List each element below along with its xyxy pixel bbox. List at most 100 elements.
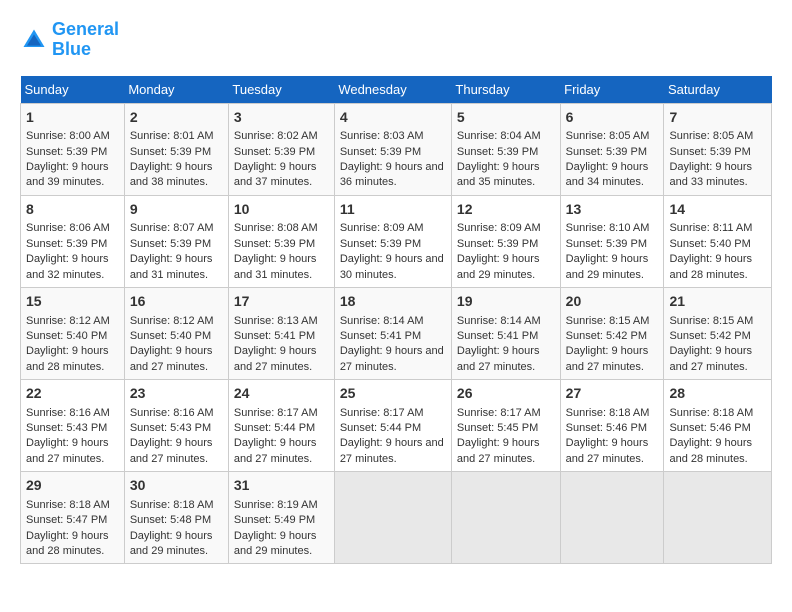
- sunrise: Sunrise: 8:12 AM: [26, 315, 110, 327]
- calendar-cell: 11Sunrise: 8:09 AMSunset: 5:39 PMDayligh…: [334, 195, 451, 287]
- day-number: 9: [130, 200, 223, 220]
- day-header-monday: Monday: [124, 76, 228, 104]
- day-number: 14: [669, 200, 766, 220]
- day-number: 31: [234, 476, 329, 496]
- sunset: Sunset: 5:39 PM: [130, 238, 211, 250]
- calendar-cell: [664, 472, 772, 564]
- day-number: 15: [26, 292, 119, 312]
- calendar-cell: 10Sunrise: 8:08 AMSunset: 5:39 PMDayligh…: [228, 195, 334, 287]
- day-number: 25: [340, 384, 446, 404]
- daylight: Daylight: 9 hours and 27 minutes.: [340, 437, 444, 464]
- calendar-cell: 20Sunrise: 8:15 AMSunset: 5:42 PMDayligh…: [560, 287, 664, 379]
- sunrise: Sunrise: 8:17 AM: [340, 407, 424, 419]
- daylight: Daylight: 9 hours and 27 minutes.: [130, 345, 213, 372]
- sunset: Sunset: 5:44 PM: [340, 422, 421, 434]
- day-header-sunday: Sunday: [21, 76, 125, 104]
- calendar-cell: 31Sunrise: 8:19 AMSunset: 5:49 PMDayligh…: [228, 472, 334, 564]
- page-header: General Blue: [20, 20, 772, 60]
- daylight: Daylight: 9 hours and 34 minutes.: [566, 161, 649, 188]
- sunset: Sunset: 5:40 PM: [26, 330, 107, 342]
- day-number: 13: [566, 200, 659, 220]
- day-number: 3: [234, 108, 329, 128]
- calendar-cell: 18Sunrise: 8:14 AMSunset: 5:41 PMDayligh…: [334, 287, 451, 379]
- day-number: 23: [130, 384, 223, 404]
- sunrise: Sunrise: 8:05 AM: [566, 130, 650, 142]
- calendar-cell: 16Sunrise: 8:12 AMSunset: 5:40 PMDayligh…: [124, 287, 228, 379]
- day-number: 30: [130, 476, 223, 496]
- day-number: 29: [26, 476, 119, 496]
- sunrise: Sunrise: 8:08 AM: [234, 222, 318, 234]
- daylight: Daylight: 9 hours and 28 minutes.: [669, 253, 752, 280]
- day-number: 4: [340, 108, 446, 128]
- daylight: Daylight: 9 hours and 27 minutes.: [26, 437, 109, 464]
- sunrise: Sunrise: 8:14 AM: [457, 315, 541, 327]
- sunrise: Sunrise: 8:18 AM: [26, 499, 110, 511]
- calendar-week-4: 22 Sunrise: 8:16 AM Sunset: 5:43 PM Dayligh…: [21, 380, 772, 472]
- sunrise: Sunrise: 8:09 AM: [340, 222, 424, 234]
- sunset: Sunset: 5:39 PM: [340, 146, 421, 158]
- daylight: Daylight: 9 hours and 31 minutes.: [234, 253, 317, 280]
- day-header-wednesday: Wednesday: [334, 76, 451, 104]
- sunrise: Sunrise: 8:18 AM: [566, 407, 650, 419]
- calendar-cell: 25 Sunrise: 8:17 AM Sunset: 5:44 PM Dayligh…: [334, 380, 451, 472]
- daylight: Daylight: 9 hours and 39 minutes.: [26, 161, 109, 188]
- calendar-cell: 8Sunrise: 8:06 AMSunset: 5:39 PMDaylight…: [21, 195, 125, 287]
- calendar-cell: 17Sunrise: 8:13 AMSunset: 5:41 PMDayligh…: [228, 287, 334, 379]
- calendar-cell: 26Sunrise: 8:17 AMSunset: 5:45 PMDayligh…: [451, 380, 560, 472]
- calendar-week-3: 15 Sunrise: 8:12 AM Sunset: 5:40 PM Dayligh…: [21, 287, 772, 379]
- sunset: Sunset: 5:46 PM: [669, 422, 750, 434]
- sunrise: Sunrise: 8:13 AM: [234, 315, 318, 327]
- logo-icon: [20, 26, 48, 54]
- sunrise: Sunrise: 8:01 AM: [130, 130, 214, 142]
- day-header-thursday: Thursday: [451, 76, 560, 104]
- calendar-header: SundayMondayTuesdayWednesdayThursdayFrid…: [21, 76, 772, 104]
- calendar-cell: 9Sunrise: 8:07 AMSunset: 5:39 PMDaylight…: [124, 195, 228, 287]
- daylight: Daylight: 9 hours and 29 minutes.: [566, 253, 649, 280]
- calendar-cell: 30Sunrise: 8:18 AMSunset: 5:48 PMDayligh…: [124, 472, 228, 564]
- day-number: 22: [26, 384, 119, 404]
- sunrise: Sunrise: 8:06 AM: [26, 222, 110, 234]
- sunrise: Sunrise: 8:05 AM: [669, 130, 753, 142]
- sunset: Sunset: 5:39 PM: [26, 146, 107, 158]
- sunrise: Sunrise: 8:02 AM: [234, 130, 318, 142]
- sunset: Sunset: 5:43 PM: [26, 422, 107, 434]
- daylight: Daylight: 9 hours and 27 minutes.: [234, 437, 317, 464]
- calendar-cell: 19Sunrise: 8:14 AMSunset: 5:41 PMDayligh…: [451, 287, 560, 379]
- day-number: 26: [457, 384, 555, 404]
- day-number: 24: [234, 384, 329, 404]
- sunset: Sunset: 5:39 PM: [669, 146, 750, 158]
- sunset: Sunset: 5:39 PM: [26, 238, 107, 250]
- sunrise: Sunrise: 8:15 AM: [669, 315, 753, 327]
- daylight: Daylight: 9 hours and 28 minutes.: [26, 530, 109, 557]
- calendar-cell: 14Sunrise: 8:11 AMSunset: 5:40 PMDayligh…: [664, 195, 772, 287]
- day-number: 27: [566, 384, 659, 404]
- calendar-table: SundayMondayTuesdayWednesdayThursdayFrid…: [20, 76, 772, 565]
- sunrise: Sunrise: 8:19 AM: [234, 499, 318, 511]
- daylight: Daylight: 9 hours and 27 minutes.: [566, 345, 649, 372]
- daylight: Daylight: 9 hours and 27 minutes.: [130, 437, 213, 464]
- daylight: Daylight: 9 hours and 36 minutes.: [340, 161, 444, 188]
- daylight: Daylight: 9 hours and 35 minutes.: [457, 161, 540, 188]
- sunset: Sunset: 5:40 PM: [130, 330, 211, 342]
- calendar-cell: [334, 472, 451, 564]
- daylight: Daylight: 9 hours and 30 minutes.: [340, 253, 444, 280]
- sunset: Sunset: 5:42 PM: [669, 330, 750, 342]
- sunset: Sunset: 5:39 PM: [340, 238, 421, 250]
- sunrise: Sunrise: 8:12 AM: [130, 315, 214, 327]
- daylight: Daylight: 9 hours and 27 minutes.: [457, 437, 540, 464]
- sunset: Sunset: 5:41 PM: [457, 330, 538, 342]
- calendar-cell: [560, 472, 664, 564]
- sunset: Sunset: 5:45 PM: [457, 422, 538, 434]
- sunset: Sunset: 5:42 PM: [566, 330, 647, 342]
- day-header-saturday: Saturday: [664, 76, 772, 104]
- calendar-cell: 6Sunrise: 8:05 AMSunset: 5:39 PMDaylight…: [560, 103, 664, 195]
- calendar-cell: 13Sunrise: 8:10 AMSunset: 5:39 PMDayligh…: [560, 195, 664, 287]
- daylight: Daylight: 9 hours and 38 minutes.: [130, 161, 213, 188]
- calendar-cell: 4Sunrise: 8:03 AMSunset: 5:39 PMDaylight…: [334, 103, 451, 195]
- sunset: Sunset: 5:39 PM: [457, 238, 538, 250]
- calendar-cell: 3Sunrise: 8:02 AMSunset: 5:39 PMDaylight…: [228, 103, 334, 195]
- day-number: 1: [26, 108, 119, 128]
- sunset: Sunset: 5:44 PM: [234, 422, 315, 434]
- sunrise: Sunrise: 8:16 AM: [26, 407, 110, 419]
- calendar-cell: 28Sunrise: 8:18 AMSunset: 5:46 PMDayligh…: [664, 380, 772, 472]
